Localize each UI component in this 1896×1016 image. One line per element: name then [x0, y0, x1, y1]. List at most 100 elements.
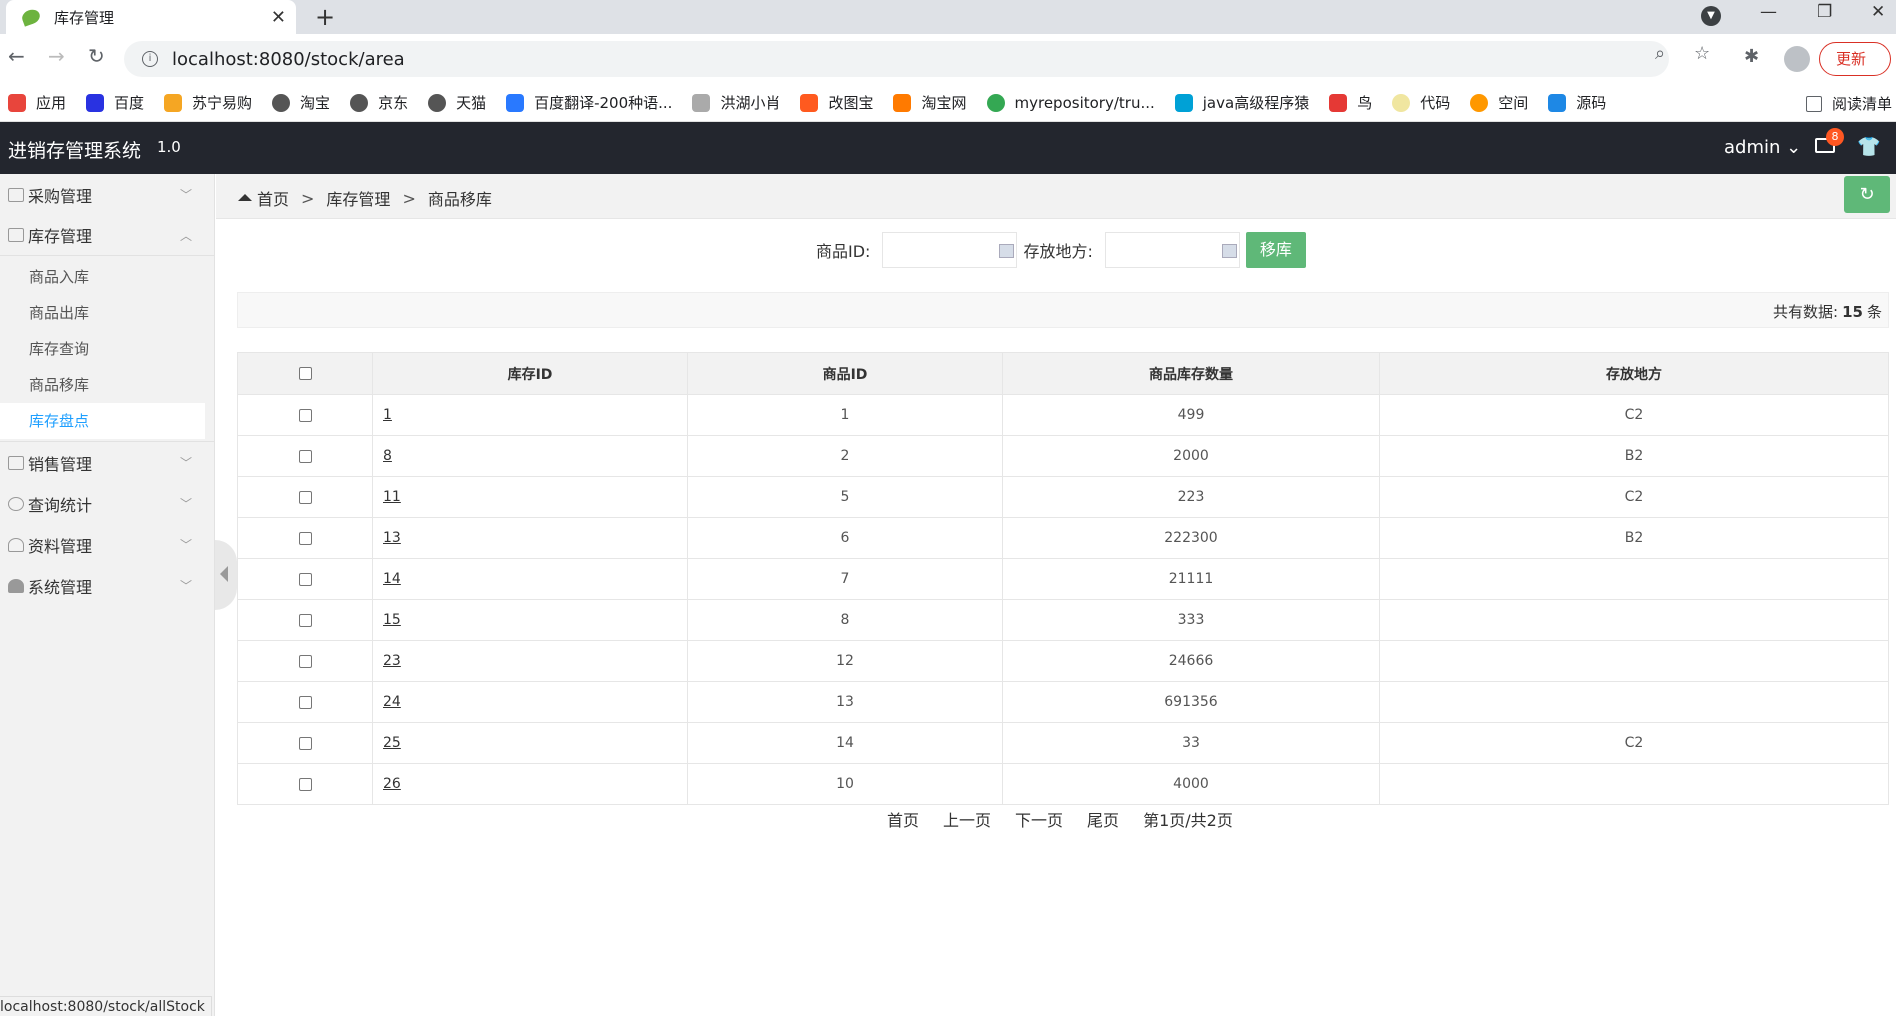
- bookmark-gaitubao[interactable]: 改图宝: [800, 92, 873, 113]
- site-info-icon[interactable]: i: [142, 51, 158, 67]
- row-checkbox[interactable]: [298, 613, 312, 627]
- window-close-icon[interactable]: ✕: [1871, 2, 1885, 22]
- location-input[interactable]: [1104, 232, 1240, 268]
- sidebar-item-stock-query[interactable]: 库存查询: [0, 331, 214, 367]
- sidebar-item-stock-move[interactable]: 商品移库: [0, 367, 214, 403]
- chevron-down-icon: ﹀: [179, 456, 192, 470]
- globe-icon: [350, 93, 369, 112]
- bookmark-baidu[interactable]: 百度: [86, 92, 144, 113]
- cell-stock-id: 15: [372, 599, 688, 641]
- menu-statistics[interactable]: 查询统计 ﹀: [0, 483, 214, 524]
- row-checkbox[interactable]: [298, 449, 312, 463]
- new-tab-icon[interactable]: +: [315, 3, 335, 31]
- stock-submenu: 商品入库 商品出库 库存查询 商品移库 库存盘点: [0, 256, 214, 442]
- bookmark-honghu[interactable]: 洪湖小肖: [692, 92, 780, 113]
- row-select-cell: [237, 763, 373, 805]
- cell-stock-id: 8: [372, 435, 688, 477]
- stock-id-link[interactable]: 1: [383, 407, 392, 423]
- row-checkbox[interactable]: [298, 695, 312, 709]
- update-button[interactable]: 更新: [1819, 42, 1891, 76]
- breadcrumb-stock[interactable]: 库存管理: [326, 186, 390, 210]
- reload-icon[interactable]: ↻: [88, 44, 105, 68]
- bookmark-star-icon[interactable]: ☆: [1694, 43, 1710, 64]
- address-bar[interactable]: i localhost:8080/stock/area: [124, 41, 1669, 77]
- refresh-button[interactable]: ↻: [1844, 176, 1890, 213]
- row-checkbox[interactable]: [298, 777, 312, 791]
- menu-stock[interactable]: 库存管理 ︿: [0, 215, 214, 256]
- tab-close-icon[interactable]: ✕: [271, 7, 286, 28]
- row-checkbox[interactable]: [298, 490, 312, 504]
- row-checkbox[interactable]: [298, 736, 312, 750]
- cell-location: C2: [1379, 476, 1889, 518]
- stock-id-link[interactable]: 23: [383, 653, 401, 669]
- forward-icon[interactable]: →: [48, 44, 65, 68]
- restore-icon[interactable]: ❐: [1817, 2, 1832, 22]
- stock-id-link[interactable]: 26: [383, 776, 401, 792]
- row-select-cell: [237, 722, 373, 764]
- zoom-icon[interactable]: ⌕: [1655, 43, 1665, 64]
- bookmark-source[interactable]: 源码: [1548, 92, 1606, 113]
- menu-data[interactable]: 资料管理 ﹀: [0, 524, 214, 565]
- page-last[interactable]: 尾页: [1087, 807, 1119, 831]
- user-menu[interactable]: admin ⌄: [1724, 137, 1801, 158]
- bookmark-space[interactable]: 空间: [1470, 92, 1528, 113]
- cell-product-id: 12: [687, 640, 1003, 682]
- stock-id-link[interactable]: 11: [383, 489, 401, 505]
- bookmark-bird[interactable]: 鸟: [1329, 92, 1372, 113]
- product-id-input[interactable]: [882, 232, 1018, 268]
- bookmark-baidu-translate[interactable]: 百度翻译-200种语...: [506, 92, 672, 113]
- stock-id-link[interactable]: 13: [383, 530, 401, 546]
- stock-id-link[interactable]: 8: [383, 448, 392, 464]
- bookmark-myrepository[interactable]: myrepository/tru...: [986, 93, 1155, 112]
- row-select-cell: [237, 476, 373, 518]
- row-checkbox[interactable]: [298, 654, 312, 668]
- bookmark-suning[interactable]: 苏宁易购: [164, 92, 252, 113]
- row-checkbox[interactable]: [298, 408, 312, 422]
- menu-purchase[interactable]: 采购管理 ﹀: [0, 174, 214, 215]
- sidebar-item-stock-out[interactable]: 商品出库: [0, 295, 214, 331]
- sidebar-item-stock-in[interactable]: 商品入库: [0, 259, 214, 295]
- breadcrumb-home[interactable]: 首页: [257, 186, 289, 210]
- minimize-icon[interactable]: —: [1760, 2, 1777, 22]
- bookmark-java[interactable]: java高级程序猿: [1174, 92, 1309, 113]
- cell-quantity: 33: [1002, 722, 1380, 764]
- sidebar-item-stock-check[interactable]: 库存盘点: [0, 403, 205, 439]
- row-select-cell: [237, 640, 373, 682]
- header-location: 存放地方: [1379, 352, 1889, 395]
- menu-system[interactable]: 系统管理 ﹀: [0, 565, 214, 606]
- sidebar-collapse-handle[interactable]: [215, 540, 237, 610]
- page-prev[interactable]: 上一页: [943, 807, 991, 831]
- cell-location: [1379, 640, 1889, 682]
- menu-sales[interactable]: 销售管理 ﹀: [0, 442, 214, 483]
- bookmark-taobao-net[interactable]: 淘宝网: [893, 92, 967, 113]
- cell-location: [1379, 599, 1889, 641]
- cell-location: C2: [1379, 394, 1889, 436]
- stock-id-link[interactable]: 24: [383, 694, 401, 710]
- row-checkbox[interactable]: [298, 531, 312, 545]
- stock-id-link[interactable]: 14: [383, 571, 401, 587]
- move-button[interactable]: 移库: [1245, 232, 1306, 268]
- row-checkbox[interactable]: [298, 572, 312, 586]
- profile-download-icon[interactable]: ▼: [1701, 6, 1721, 26]
- bookmark-tmall[interactable]: 天猫: [428, 92, 486, 113]
- bookmark-code[interactable]: 代码: [1392, 92, 1450, 113]
- stock-id-link[interactable]: 15: [383, 612, 401, 628]
- theme-shirt-icon[interactable]: 👕: [1857, 135, 1881, 158]
- calendar-icon[interactable]: [1221, 244, 1237, 258]
- browser-tab[interactable]: 库存管理 ✕: [6, 0, 296, 34]
- extensions-icon[interactable]: ✱: [1744, 46, 1759, 67]
- bookmark-taobao[interactable]: 淘宝: [272, 92, 330, 113]
- stock-id-link[interactable]: 25: [383, 735, 401, 751]
- profile-avatar[interactable]: [1784, 46, 1810, 72]
- cell-location: [1379, 558, 1889, 600]
- calendar-icon[interactable]: [999, 244, 1015, 258]
- page-first[interactable]: 首页: [887, 807, 919, 831]
- cell-quantity: 223: [1002, 476, 1380, 518]
- bookmark-jd[interactable]: 京东: [350, 92, 408, 113]
- reading-list[interactable]: 阅读清单: [1805, 93, 1892, 114]
- back-icon[interactable]: ←: [8, 44, 25, 68]
- page-next[interactable]: 下一页: [1015, 807, 1063, 831]
- select-all-checkbox[interactable]: [298, 367, 312, 380]
- bookmark-apps[interactable]: 应用: [8, 92, 66, 113]
- location-label: 存放地方:: [1023, 242, 1093, 261]
